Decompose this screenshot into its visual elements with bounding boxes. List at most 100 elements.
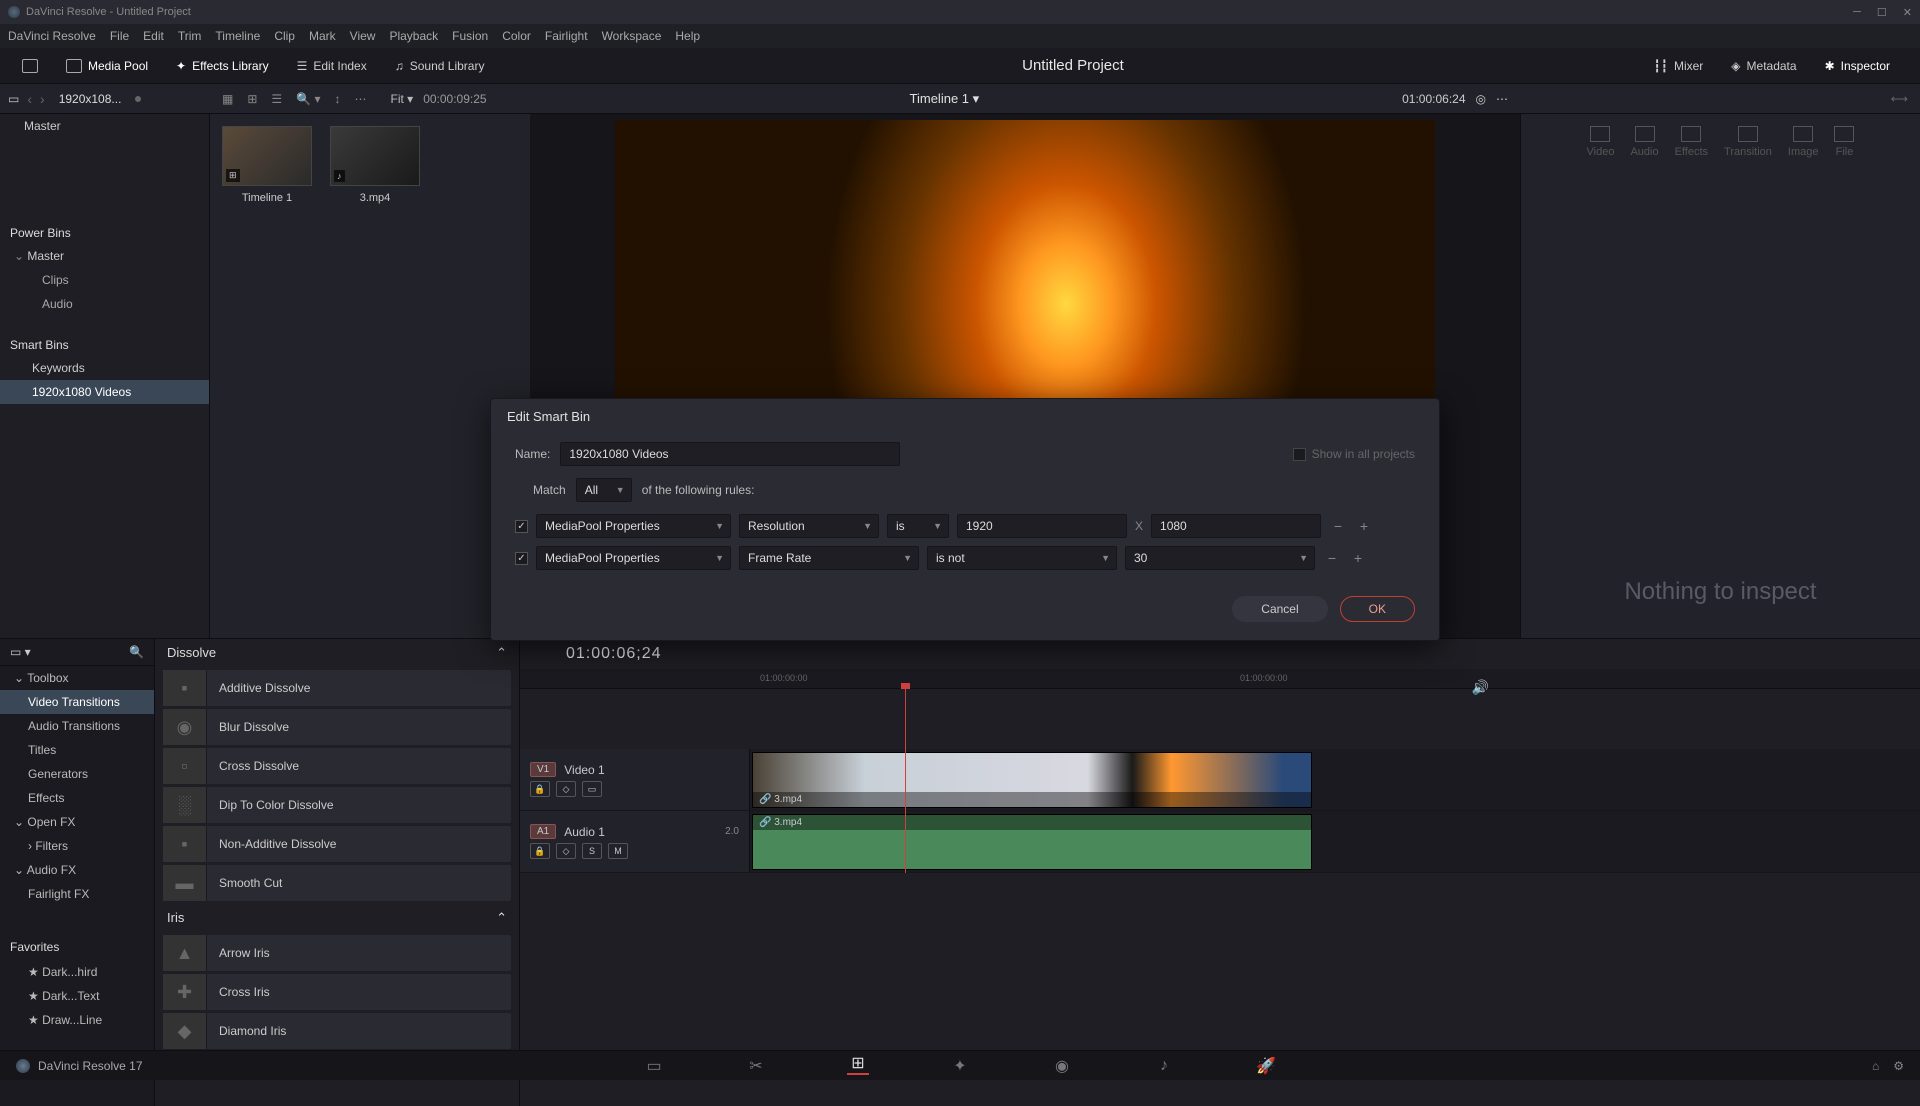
search-icon[interactable]: 🔍 bbox=[129, 645, 144, 659]
power-bin-master[interactable]: ⌄ Master bbox=[0, 244, 209, 268]
fx-item[interactable]: ◆Diamond Iris bbox=[163, 1013, 511, 1049]
rule-operator-select[interactable]: is▼ bbox=[887, 514, 949, 538]
edit-page-icon[interactable]: ⊞ bbox=[847, 1057, 869, 1075]
playhead[interactable] bbox=[905, 689, 906, 873]
smart-bin-selected[interactable]: 1920x1080 Videos bbox=[0, 380, 209, 404]
favorite-item[interactable]: ★ Dark...Text bbox=[0, 984, 154, 1008]
menu-item[interactable]: Color bbox=[502, 29, 531, 43]
zoom-fit[interactable]: Fit ▾ bbox=[378, 92, 413, 106]
bypass-icon[interactable]: ◎ bbox=[1476, 92, 1486, 106]
clip-item[interactable]: ♪ 3.mp4 bbox=[330, 126, 420, 626]
expand-icon[interactable]: ⟷ bbox=[1891, 92, 1908, 106]
effects-library-button[interactable]: ✦Effects Library bbox=[166, 55, 279, 77]
match-select[interactable]: All▼ bbox=[576, 478, 632, 502]
add-rule-button[interactable]: + bbox=[1349, 549, 1367, 567]
sort-icon[interactable]: ↕ bbox=[330, 90, 344, 108]
menu-item[interactable]: Trim bbox=[178, 29, 202, 43]
deliver-page-icon[interactable]: 🚀 bbox=[1255, 1057, 1277, 1075]
menu-item[interactable]: DaVinci Resolve bbox=[8, 29, 96, 43]
timeline-timecode[interactable]: 01:00:06;24 bbox=[566, 645, 662, 663]
fx-favorites-header[interactable]: Favorites bbox=[0, 934, 154, 960]
smart-bin-name-input[interactable] bbox=[560, 442, 900, 466]
clip-thumbnail[interactable]: ♪ bbox=[330, 126, 420, 186]
ok-button[interactable]: OK bbox=[1340, 596, 1415, 622]
rule-enabled-checkbox[interactable]: ✓ bbox=[515, 552, 528, 565]
fx-item[interactable]: ▬Smooth Cut bbox=[163, 865, 511, 901]
rule-field-select[interactable]: Frame Rate▼ bbox=[739, 546, 919, 570]
close-icon[interactable]: ✕ bbox=[1903, 6, 1912, 19]
fx-item[interactable]: ▲Arrow Iris bbox=[163, 935, 511, 971]
fx-group-dissolve[interactable]: Dissolve⌃ bbox=[155, 639, 519, 667]
fx-fairlight[interactable]: Fairlight FX bbox=[0, 882, 154, 906]
power-bins-header[interactable]: Power Bins bbox=[0, 218, 209, 244]
media-pool-button[interactable]: Media Pool bbox=[56, 55, 158, 77]
home-icon[interactable]: ⌂ bbox=[1872, 1059, 1879, 1073]
menu-item[interactable]: Fairlight bbox=[545, 29, 588, 43]
power-bin-clips[interactable]: Clips bbox=[0, 268, 209, 292]
fx-item[interactable]: ▫Cross Dissolve bbox=[163, 748, 511, 784]
rule-enabled-checkbox[interactable]: ✓ bbox=[515, 520, 528, 533]
rule-value2-input[interactable] bbox=[1151, 514, 1321, 538]
fx-audio-transitions[interactable]: Audio Transitions bbox=[0, 714, 154, 738]
color-page-icon[interactable]: ◉ bbox=[1051, 1057, 1073, 1075]
inspector-tab-audio[interactable]: Audio bbox=[1630, 126, 1658, 158]
track-badge[interactable]: A1 bbox=[530, 824, 556, 839]
menu-item[interactable]: Clip bbox=[274, 29, 295, 43]
favorite-item[interactable]: ★ Dark...hird bbox=[0, 960, 154, 984]
mixer-button[interactable]: ┇┇Mixer bbox=[1644, 55, 1714, 77]
menu-item[interactable]: Help bbox=[675, 29, 700, 43]
search-icon[interactable]: 🔍 ▾ bbox=[292, 90, 324, 108]
rule-field-select[interactable]: Resolution▼ bbox=[739, 514, 879, 538]
inspector-tab-video[interactable]: Video bbox=[1587, 126, 1615, 158]
panel-layout-icon[interactable]: ▭ bbox=[8, 92, 19, 106]
maximize-icon[interactable]: ☐ bbox=[1877, 6, 1887, 19]
inspector-tab-transition[interactable]: Transition bbox=[1724, 126, 1772, 158]
panel-icon[interactable]: ▭ ▾ bbox=[10, 645, 31, 659]
lock-icon[interactable]: 🔒 bbox=[530, 843, 550, 859]
rule-operator-select[interactable]: is not▼ bbox=[927, 546, 1117, 570]
rule-value-select[interactable]: 30▼ bbox=[1125, 546, 1315, 570]
timeline-ruler[interactable]: 01:00:00:00 01:00:00:00 bbox=[520, 669, 1920, 689]
inspector-tab-image[interactable]: Image bbox=[1788, 126, 1819, 158]
auto-select-icon[interactable]: ◇ bbox=[556, 843, 576, 859]
inspector-tab-effects[interactable]: Effects bbox=[1675, 126, 1708, 158]
more-icon[interactable]: ⋯ bbox=[350, 90, 370, 108]
volume-icon[interactable]: 🔊 bbox=[1472, 679, 1489, 696]
track-badge[interactable]: V1 bbox=[530, 762, 556, 777]
mute-button[interactable]: M bbox=[608, 843, 628, 859]
edit-index-button[interactable]: ☰Edit Index bbox=[287, 55, 377, 77]
options-icon[interactable]: ⋯ bbox=[1496, 92, 1508, 106]
solo-button[interactable]: S bbox=[582, 843, 602, 859]
audio-clip[interactable]: 🔗 3.mp4 bbox=[752, 814, 1312, 870]
remove-rule-button[interactable]: − bbox=[1323, 549, 1341, 567]
track-content[interactable]: 🔗 3.mp4 bbox=[750, 749, 1920, 810]
cancel-button[interactable]: Cancel bbox=[1232, 596, 1327, 622]
current-bin[interactable]: 1920x108... bbox=[59, 92, 122, 106]
auto-select-icon[interactable]: ◇ bbox=[556, 781, 576, 797]
fx-item[interactable]: ✚Cross Iris bbox=[163, 974, 511, 1010]
fx-effects[interactable]: Effects bbox=[0, 786, 154, 810]
inspector-tab-file[interactable]: File bbox=[1834, 126, 1854, 158]
nav-fwd-icon[interactable]: › bbox=[40, 91, 45, 107]
fx-toolbox[interactable]: ⌄ Toolbox bbox=[0, 666, 154, 690]
view-thumb-icon[interactable]: ▦ bbox=[218, 90, 237, 108]
nav-back-icon[interactable]: ‹ bbox=[27, 91, 32, 107]
settings-icon[interactable]: ⚙ bbox=[1893, 1059, 1904, 1073]
lock-icon[interactable]: 🔒 bbox=[530, 781, 550, 797]
view-grid-icon[interactable]: ⊞ bbox=[243, 90, 261, 108]
clip-item[interactable]: ⊞ Timeline 1 bbox=[222, 126, 312, 626]
fx-openfx[interactable]: ⌄ Open FX bbox=[0, 810, 154, 834]
favorite-item[interactable]: ★ Draw...Line bbox=[0, 1008, 154, 1032]
clip-thumbnail[interactable]: ⊞ bbox=[222, 126, 312, 186]
media-page-icon[interactable]: ▭ bbox=[643, 1057, 665, 1075]
menu-item[interactable]: Workspace bbox=[602, 29, 662, 43]
add-rule-button[interactable]: + bbox=[1355, 517, 1373, 535]
cut-page-icon[interactable]: ✂ bbox=[745, 1057, 767, 1075]
sound-library-button[interactable]: ♫Sound Library bbox=[385, 55, 495, 77]
fx-video-transitions[interactable]: Video Transitions bbox=[0, 690, 154, 714]
menu-item[interactable]: Mark bbox=[309, 29, 336, 43]
view-list-icon[interactable]: ☰ bbox=[267, 90, 286, 108]
track-visibility-icon[interactable]: ▭ bbox=[582, 781, 602, 797]
inspector-button[interactable]: ✱Inspector bbox=[1815, 55, 1900, 77]
metadata-button[interactable]: ◈Metadata bbox=[1721, 55, 1806, 77]
